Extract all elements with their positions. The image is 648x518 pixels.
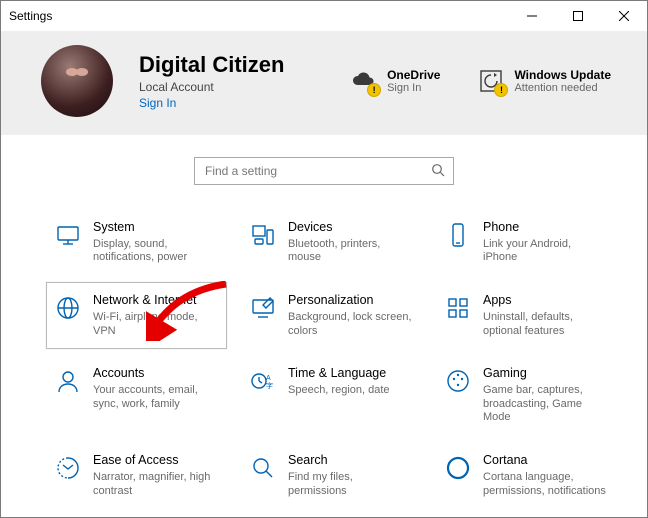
category-title: Time & Language [288, 366, 390, 382]
account-type-label: Local Account [139, 80, 309, 94]
category-sub: Find my files, permissions [288, 471, 413, 499]
account-header: Digital Citizen Local Account Sign In ! … [1, 31, 647, 135]
category-ease[interactable]: Ease of Access Narrator, magnifier, high … [46, 442, 227, 509]
close-button[interactable] [601, 1, 647, 31]
user-block: Digital Citizen Local Account Sign In [139, 52, 309, 109]
search-icon [250, 455, 276, 481]
cortana-icon [445, 455, 471, 481]
devices-icon [250, 222, 276, 248]
search-row [1, 135, 647, 191]
onedrive-sub: Sign In [387, 82, 440, 94]
category-title: Search [288, 453, 413, 469]
search-box[interactable] [194, 157, 454, 185]
category-accounts[interactable]: Accounts Your accounts, email, sync, work… [46, 355, 227, 436]
phone-icon [445, 222, 471, 248]
apps-icon [445, 295, 471, 321]
category-title: Ease of Access [93, 453, 218, 469]
category-network[interactable]: Network & Internet Wi-Fi, airplane mode, … [46, 282, 227, 349]
category-title: Cortana [483, 453, 608, 469]
category-devices[interactable]: Devices Bluetooth, printers, mouse [241, 209, 422, 276]
category-title: System [93, 220, 218, 236]
category-sub: Game bar, captures, broadcasting, Game M… [483, 384, 608, 425]
network-icon [55, 295, 81, 321]
update-title: Windows Update [514, 68, 611, 82]
update-icon: ! [478, 68, 504, 94]
category-personalize[interactable]: Personalization Background, lock screen, … [241, 282, 422, 349]
category-system[interactable]: System Display, sound, notifications, pow… [46, 209, 227, 276]
ease-icon [55, 455, 81, 481]
user-avatar[interactable] [41, 45, 113, 117]
settings-categories: System Display, sound, notifications, pow… [1, 191, 647, 518]
maximize-button[interactable] [555, 1, 601, 31]
category-title: Accounts [93, 366, 218, 382]
update-sub: Attention needed [514, 82, 611, 94]
gaming-icon [445, 368, 471, 394]
category-search[interactable]: Search Find my files, permissions [241, 442, 422, 509]
category-title: Devices [288, 220, 413, 236]
window-title: Settings [9, 9, 52, 23]
settings-window: Settings Digital Citizen Local Account S… [0, 0, 648, 518]
svg-text:A: A [266, 375, 271, 382]
category-apps[interactable]: Apps Uninstall, defaults, optional featur… [436, 282, 617, 349]
category-sub: Bluetooth, printers, mouse [288, 238, 413, 266]
category-sub: Wi-Fi, airplane mode, VPN [93, 311, 218, 339]
onedrive-shortcut[interactable]: ! OneDrive Sign In [351, 68, 440, 94]
titlebar: Settings [1, 1, 647, 31]
user-name: Digital Citizen [139, 52, 309, 77]
time-icon: A字 [250, 368, 276, 394]
category-sub: Uninstall, defaults, optional features [483, 311, 608, 339]
category-sub: Cortana language, permissions, notificat… [483, 471, 608, 499]
category-sub: Narrator, magnifier, high contrast [93, 471, 218, 499]
onedrive-title: OneDrive [387, 68, 440, 82]
category-title: Apps [483, 293, 608, 309]
warning-badge-icon: ! [367, 83, 381, 97]
category-time[interactable]: A字 Time & Language Speech, region, date [241, 355, 422, 436]
system-icon [55, 222, 81, 248]
category-phone[interactable]: Phone Link your Android, iPhone [436, 209, 617, 276]
category-sub: Display, sound, notifications, power [93, 238, 218, 266]
category-sub: Your accounts, email, sync, work, family [93, 384, 218, 412]
category-sub: Background, lock screen, colors [288, 311, 413, 339]
onedrive-icon: ! [351, 68, 377, 94]
svg-text:字: 字 [266, 381, 273, 390]
search-icon [431, 163, 445, 180]
search-input[interactable] [203, 163, 431, 179]
signin-link[interactable]: Sign In [139, 96, 309, 110]
category-cortana[interactable]: Cortana Cortana language, permissions, no… [436, 442, 617, 509]
category-title: Personalization [288, 293, 413, 309]
category-title: Network & Internet [93, 293, 218, 309]
category-sub: Speech, region, date [288, 384, 390, 398]
windows-update-shortcut[interactable]: ! Windows Update Attention needed [478, 68, 611, 94]
category-gaming[interactable]: Gaming Game bar, captures, broadcasting, … [436, 355, 617, 436]
category-title: Gaming [483, 366, 608, 382]
warning-badge-icon: ! [494, 83, 508, 97]
category-sub: Link your Android, iPhone [483, 238, 608, 266]
minimize-button[interactable] [509, 1, 555, 31]
accounts-icon [55, 368, 81, 394]
personalize-icon [250, 295, 276, 321]
category-title: Phone [483, 220, 608, 236]
